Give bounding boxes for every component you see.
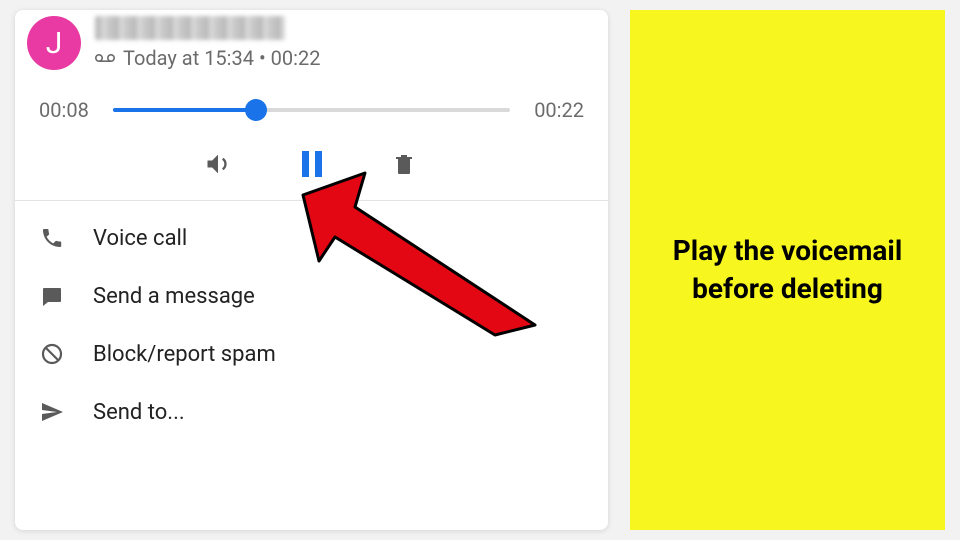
block-icon [39, 341, 65, 367]
instruction-panel: Play the voicemail before deleting [630, 10, 945, 530]
avatar-initial: J [46, 26, 63, 61]
seek-thumb[interactable] [245, 99, 267, 121]
seek-track[interactable] [113, 108, 510, 112]
phone-icon [39, 225, 65, 251]
speaker-icon[interactable] [204, 150, 232, 178]
instruction-text: Play the voicemail before deleting [660, 232, 915, 308]
option-send-message[interactable]: Send a message [15, 267, 608, 325]
total-time: 00:22 [526, 98, 584, 122]
voicemail-icon [95, 53, 115, 63]
message-icon [39, 283, 65, 309]
pause-button[interactable] [302, 151, 322, 177]
send-icon [39, 399, 65, 425]
contact-avatar[interactable]: J [27, 16, 81, 70]
pause-bar [302, 151, 309, 177]
voicemail-header: J Today at 15:34 • 00:22 [15, 10, 608, 70]
option-block-spam[interactable]: Block/report spam [15, 325, 608, 383]
option-label: Voice call [93, 226, 187, 251]
pause-bar [315, 151, 322, 177]
option-voice-call[interactable]: Voice call [15, 209, 608, 267]
trash-icon[interactable] [392, 150, 420, 178]
voicemail-panel: J Today at 15:34 • 00:22 00:08 00 [15, 10, 608, 530]
option-label: Block/report spam [93, 342, 276, 367]
option-label: Send to... [93, 400, 185, 425]
elapsed-time: 00:08 [39, 98, 97, 122]
seek-fill [113, 108, 256, 112]
options-list: Voice call Send a message Block/report s… [15, 201, 608, 441]
voicemail-timestamp: Today at 15:34 • 00:22 [123, 46, 320, 70]
option-label: Send a message [93, 284, 255, 309]
option-send-to[interactable]: Send to... [15, 383, 608, 441]
audio-player: 00:08 00:22 [15, 70, 608, 200]
voicemail-meta: Today at 15:34 • 00:22 [95, 46, 320, 70]
contact-name-redacted [95, 16, 285, 40]
